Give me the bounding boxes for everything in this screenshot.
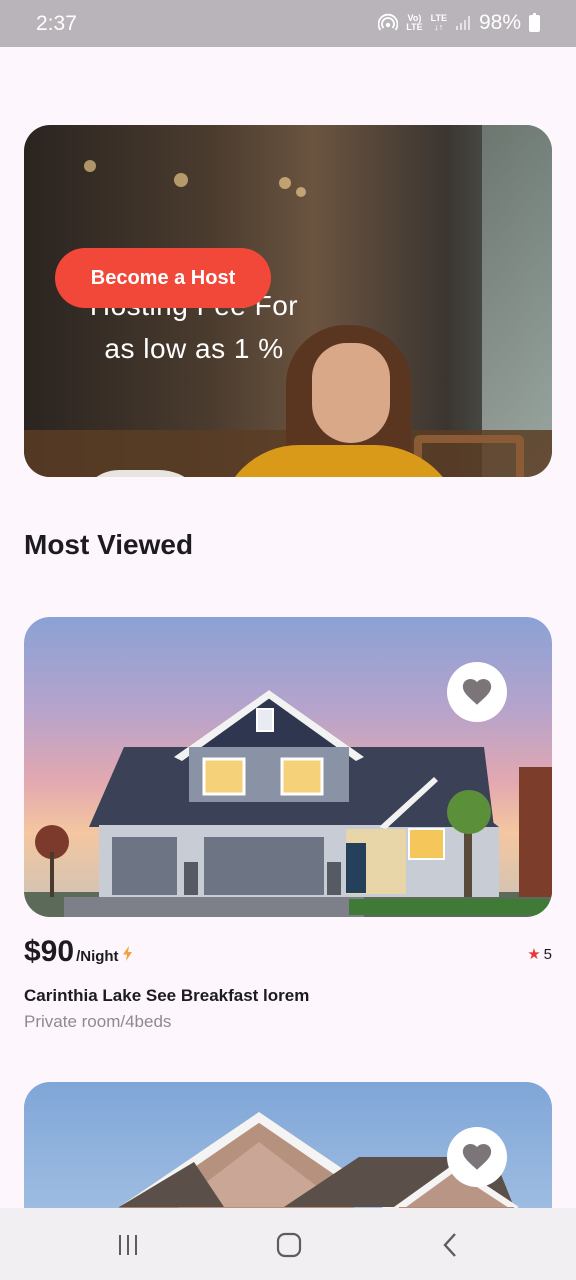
status-bar: 2:37 Vo) LTE LTE ↓↑ 98% (0, 0, 576, 47)
system-nav-bar (0, 1208, 576, 1280)
bokeh-light (296, 187, 306, 197)
recent-apps-icon (119, 1235, 137, 1255)
lte-bottom: ↓↑ (434, 22, 444, 32)
bolt-icon (122, 946, 132, 961)
lte-icon: LTE ↓↑ (431, 14, 447, 32)
price-unit: /Night (76, 948, 119, 965)
volte-bottom: LTE (406, 22, 423, 32)
status-time: 2:37 (36, 12, 77, 35)
listing-price: $90 (24, 935, 75, 968)
promo-banner[interactable]: Hosting Fee For as low as 1 % Become a H… (24, 125, 552, 477)
bokeh-light (174, 173, 188, 187)
volte-icon: Vo) LTE (406, 14, 422, 32)
price-row: $90 /Night (24, 935, 132, 969)
section-title: Most Viewed (24, 529, 194, 560)
favorite-button[interactable] (447, 1127, 507, 1187)
heart-icon (462, 1143, 492, 1170)
back-button[interactable] (431, 1230, 471, 1260)
banner-title-line2: as low as 1 % (104, 333, 284, 364)
listing-subtitle: Private room/4beds (24, 1012, 172, 1031)
favorite-button[interactable] (447, 662, 507, 722)
home-icon (276, 1232, 302, 1258)
listing-image[interactable] (24, 617, 552, 917)
battery-icon (529, 12, 540, 32)
woman-face (312, 343, 390, 443)
bokeh-light (279, 177, 291, 189)
listing-title[interactable]: Carinthia Lake See Breakfast lorem (24, 986, 309, 1006)
recent-apps-button[interactable] (108, 1230, 148, 1260)
star-icon: ★ (527, 946, 541, 963)
battery-percent: 98% (478, 11, 521, 34)
become-host-button[interactable]: Become a Host (55, 248, 271, 308)
hotspot-icon (378, 13, 399, 31)
signal-icon (455, 16, 470, 30)
home-button[interactable] (269, 1230, 309, 1260)
rating-value: 5 (543, 945, 552, 963)
listing-rating: ★ 5 (527, 945, 552, 964)
heart-icon (462, 678, 492, 705)
status-icons: Vo) LTE LTE ↓↑ 98% (378, 11, 540, 35)
bokeh-light (84, 160, 96, 172)
back-icon (443, 1233, 456, 1257)
cafe-window (482, 125, 552, 477)
